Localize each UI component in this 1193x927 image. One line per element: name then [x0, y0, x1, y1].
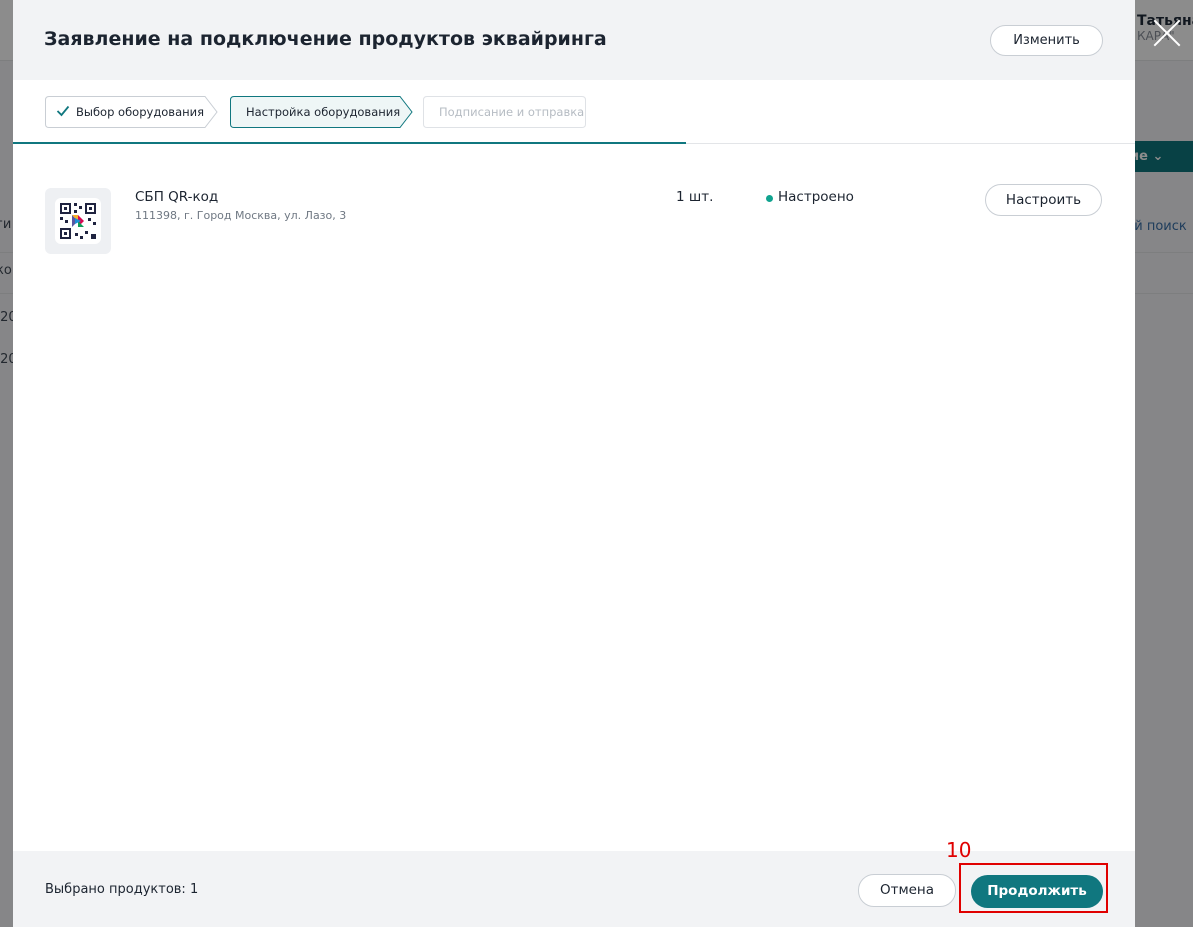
acquiring-application-modal: Заявление на подключение продуктов эквай… [13, 0, 1135, 927]
close-icon[interactable] [1150, 16, 1184, 50]
product-quantity: 1 шт. [676, 189, 714, 205]
product-name: СБП QR-код [135, 189, 219, 205]
stepper-progress-underline [13, 142, 686, 144]
step-label: Настройка оборудования [246, 105, 401, 119]
product-row: СБП QR-код 111398, г. Город Москва, ул. … [45, 184, 1103, 254]
stepper-divider [686, 143, 1135, 144]
annotation-label: 10 [946, 838, 972, 862]
configure-button[interactable]: Настроить [985, 184, 1102, 216]
sbp-qr-icon [45, 188, 111, 254]
modal-header: Заявление на подключение продуктов эквай… [13, 0, 1135, 80]
product-status: Настроено [778, 189, 854, 205]
step-label: Подписание и отправка [439, 105, 585, 119]
step-label: Выбор оборудования [76, 105, 205, 119]
cancel-button[interactable]: Отмена [858, 874, 956, 907]
selected-products-count: Выбрано продуктов: 1 [45, 882, 199, 897]
status-dot-icon [766, 195, 773, 202]
modal-title: Заявление на подключение продуктов эквай… [44, 28, 607, 50]
annotation-highlight-box [959, 863, 1108, 913]
edit-button[interactable]: Изменить [990, 25, 1103, 56]
product-address: 111398, г. Город Москва, ул. Лазо, 3 [135, 209, 347, 222]
